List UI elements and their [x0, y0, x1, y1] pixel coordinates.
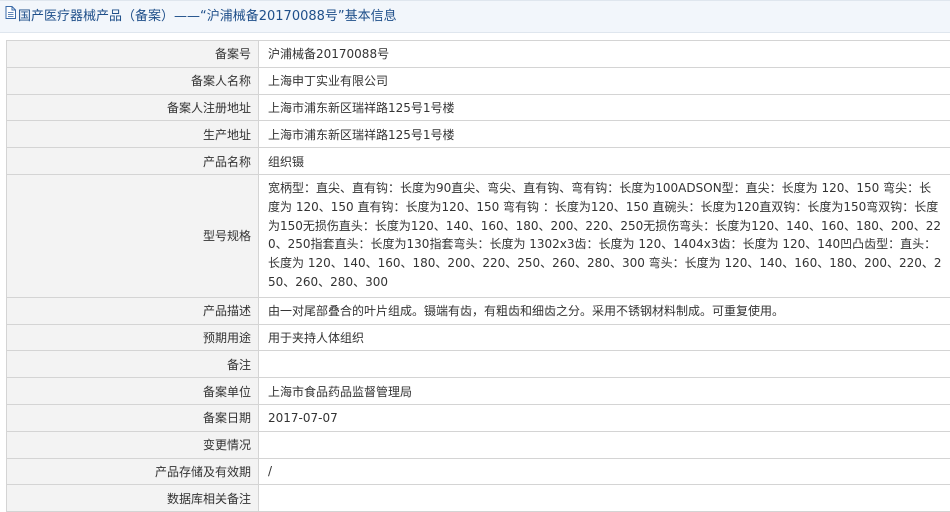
field-label-intended-use: 预期用途 [7, 324, 259, 351]
table-row: 预期用途 用于夹持人体组织 [7, 324, 950, 351]
field-label-record-number: 备案号 [7, 41, 259, 68]
document-icon [5, 0, 16, 31]
field-label-production-address: 生产地址 [7, 121, 259, 148]
field-value-registered-address: 上海市浦东新区瑞祥路125号1号楼 [259, 94, 950, 121]
field-value-remarks [259, 351, 950, 378]
table-row: 备案人注册地址 上海市浦东新区瑞祥路125号1号楼 [7, 94, 950, 121]
field-value-storage-validity: / [259, 458, 950, 485]
field-value-product-description: 由一对尾部叠合的叶片组成。镊端有齿，有粗齿和细齿之分。采用不锈钢材料制成。可重复… [259, 297, 950, 324]
field-value-production-address: 上海市浦东新区瑞祥路125号1号楼 [259, 121, 950, 148]
field-label-product-name: 产品名称 [7, 148, 259, 175]
page-header: 国产医疗器械产品（备案）——“沪浦械备20170088号”基本信息 [0, 0, 950, 33]
field-value-record-number: 沪浦械备20170088号 [259, 41, 950, 68]
field-value-change-history [259, 431, 950, 458]
table-row: 产品描述 由一对尾部叠合的叶片组成。镊端有齿，有粗齿和细齿之分。采用不锈钢材料制… [7, 297, 950, 324]
table-row: 产品名称 组织镊 [7, 148, 950, 175]
field-label-change-history: 变更情况 [7, 431, 259, 458]
record-detail-table: 备案号 沪浦械备20170088号 备案人名称 上海申丁实业有限公司 备案人注册… [6, 40, 950, 512]
table-row: 备案号 沪浦械备20170088号 [7, 41, 950, 68]
field-value-database-remarks [259, 485, 950, 512]
field-label-storage-validity: 产品存储及有效期 [7, 458, 259, 485]
table-row: 备案人名称 上海申丁实业有限公司 [7, 67, 950, 94]
field-value-product-name: 组织镊 [259, 148, 950, 175]
field-label-filing-authority: 备案单位 [7, 378, 259, 405]
field-value-filing-date: 2017-07-07 [259, 404, 950, 431]
page-title: 国产医疗器械产品（备案）——“沪浦械备20170088号”基本信息 [18, 9, 397, 24]
table-row: 备案单位 上海市食品药品监督管理局 [7, 378, 950, 405]
table-row: 变更情况 [7, 431, 950, 458]
table-row: 备注 [7, 351, 950, 378]
field-label-database-remarks: 数据库相关备注 [7, 485, 259, 512]
field-label-remarks: 备注 [7, 351, 259, 378]
table-row: 数据库相关备注 [7, 485, 950, 512]
table-row: 产品存储及有效期 / [7, 458, 950, 485]
table-row: 生产地址 上海市浦东新区瑞祥路125号1号楼 [7, 121, 950, 148]
table-row: 型号规格 宽柄型：直尖、直有钩：长度为90直尖、弯尖、直有钩、弯有钩：长度为10… [7, 174, 950, 297]
field-label-registrant-name: 备案人名称 [7, 67, 259, 94]
table-row: 备案日期 2017-07-07 [7, 404, 950, 431]
field-value-filing-authority: 上海市食品药品监督管理局 [259, 378, 950, 405]
field-value-registrant-name: 上海申丁实业有限公司 [259, 67, 950, 94]
field-value-model-spec: 宽柄型：直尖、直有钩：长度为90直尖、弯尖、直有钩、弯有钩：长度为100ADSO… [259, 174, 950, 297]
field-value-intended-use: 用于夹持人体组织 [259, 324, 950, 351]
field-label-model-spec: 型号规格 [7, 174, 259, 297]
field-label-filing-date: 备案日期 [7, 404, 259, 431]
field-label-registered-address: 备案人注册地址 [7, 94, 259, 121]
field-label-product-description: 产品描述 [7, 297, 259, 324]
